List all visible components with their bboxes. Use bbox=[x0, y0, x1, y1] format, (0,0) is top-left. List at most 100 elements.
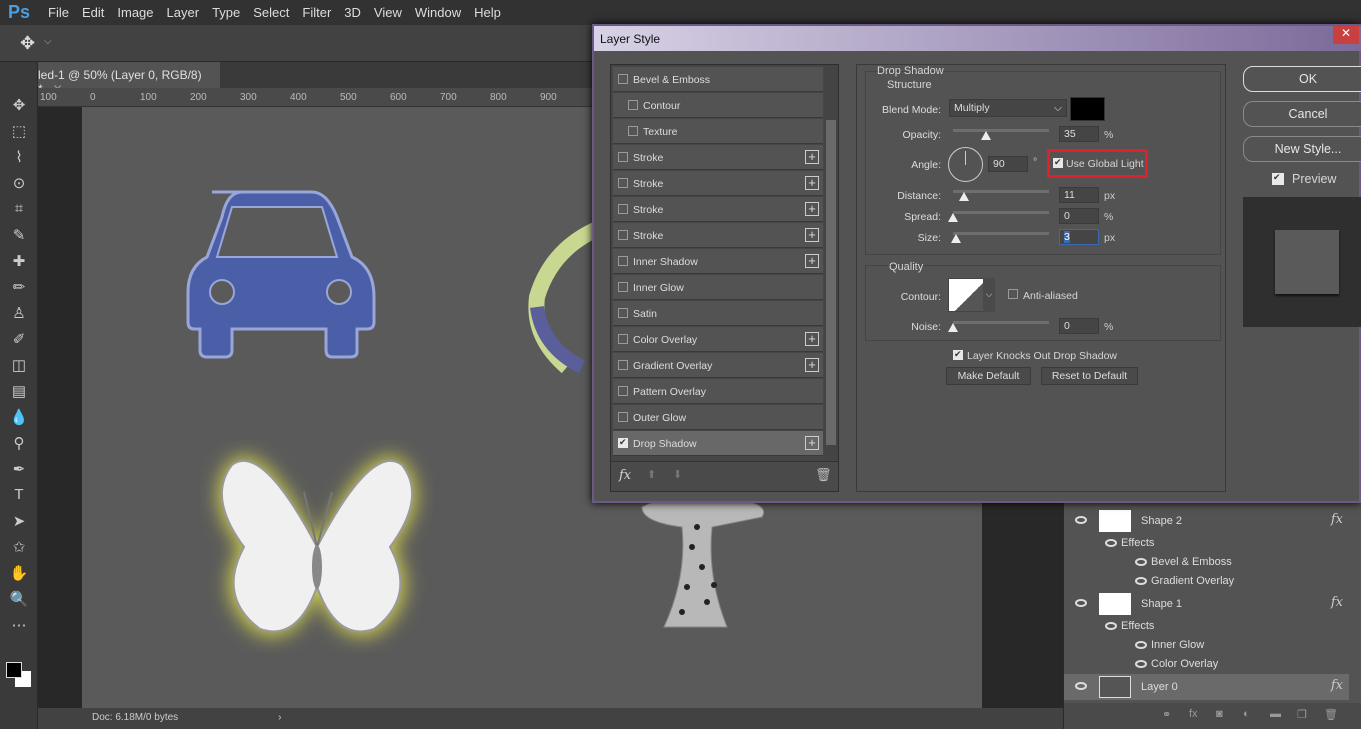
zoom-icon[interactable]: 🔍 bbox=[9, 590, 29, 610]
style-item-outer-glow[interactable]: Outer Glow bbox=[613, 405, 823, 430]
style-item-color-overlay[interactable]: Color Overlay + bbox=[613, 327, 823, 352]
eye-icon[interactable] bbox=[1075, 599, 1087, 607]
style-checkbox[interactable] bbox=[618, 412, 628, 422]
shadow-color-swatch[interactable] bbox=[1070, 97, 1105, 121]
style-item-stroke[interactable]: Stroke + bbox=[613, 223, 823, 248]
trash-icon[interactable]: 🗑 bbox=[1324, 708, 1338, 721]
close-icon[interactable]: ✕ bbox=[1333, 26, 1359, 44]
hand-icon[interactable]: ✋ bbox=[9, 564, 29, 584]
style-checkbox[interactable] bbox=[618, 152, 628, 162]
style-item-satin[interactable]: Satin bbox=[613, 301, 823, 326]
style-checkbox[interactable] bbox=[618, 74, 628, 84]
style-item-pattern-overlay[interactable]: Pattern Overlay bbox=[613, 379, 823, 404]
eye-icon[interactable] bbox=[1135, 641, 1147, 649]
opacity-input[interactable]: 35 bbox=[1059, 126, 1099, 142]
style-checkbox[interactable] bbox=[618, 204, 628, 214]
style-checkbox[interactable] bbox=[618, 334, 628, 344]
new-style-button[interactable]: New Style... bbox=[1243, 136, 1361, 162]
effect-row[interactable]: Bevel & Emboss bbox=[1064, 553, 1349, 572]
chevron-down-icon[interactable]: ⌵ bbox=[983, 278, 995, 312]
preview-checkbox[interactable] bbox=[1272, 172, 1284, 185]
opacity-slider[interactable] bbox=[953, 129, 1049, 132]
styles-scrollbar[interactable] bbox=[824, 65, 838, 460]
use-global-light-checkbox[interactable] bbox=[1053, 157, 1063, 168]
style-item-inner-shadow[interactable]: Inner Shadow + bbox=[613, 249, 823, 274]
angle-dial[interactable] bbox=[948, 147, 983, 182]
distance-slider-handle[interactable] bbox=[959, 192, 969, 201]
folder-icon[interactable]: ▬ bbox=[1270, 708, 1281, 720]
eye-icon[interactable] bbox=[1105, 622, 1117, 630]
dodge-icon[interactable]: ⚲ bbox=[9, 434, 29, 454]
eye-icon[interactable] bbox=[1135, 577, 1147, 585]
spread-slider-handle[interactable] bbox=[948, 213, 958, 222]
reset-to-default-button[interactable]: Reset to Default bbox=[1041, 367, 1138, 385]
layer-row[interactable]: Shape 2 fx bbox=[1064, 508, 1349, 534]
fx-icon[interactable]: fx bbox=[1331, 512, 1343, 527]
menu-layer[interactable]: Layer bbox=[167, 5, 200, 20]
shape-icon[interactable]: ✩ bbox=[9, 538, 29, 558]
adjustment-icon[interactable]: ◐ bbox=[1243, 708, 1250, 720]
style-checkbox[interactable] bbox=[628, 100, 638, 110]
effects-row[interactable]: Effects bbox=[1064, 534, 1349, 553]
add-icon[interactable]: + bbox=[805, 254, 819, 268]
blend-mode-select[interactable]: Multiply ⌵ bbox=[949, 99, 1067, 117]
fx-icon[interactable]: fx bbox=[619, 468, 631, 483]
eye-icon[interactable] bbox=[1075, 682, 1087, 690]
size-input[interactable]: 3 bbox=[1059, 229, 1099, 245]
style-checkbox[interactable] bbox=[618, 282, 628, 292]
more-icon[interactable]: ⋯ bbox=[9, 616, 29, 636]
menu-help[interactable]: Help bbox=[474, 5, 501, 20]
style-checkbox[interactable] bbox=[628, 126, 638, 136]
move-tool-icon[interactable]: ✥ bbox=[20, 33, 35, 54]
effect-row[interactable]: Inner Glow bbox=[1064, 636, 1349, 655]
add-icon[interactable]: + bbox=[805, 202, 819, 216]
crop-icon[interactable]: ⌗ bbox=[9, 200, 29, 220]
trash-icon[interactable]: 🗑 bbox=[815, 467, 832, 483]
eyedropper-icon[interactable]: ✎ bbox=[9, 226, 29, 246]
style-checkbox[interactable] bbox=[618, 178, 628, 188]
style-item-stroke[interactable]: Stroke + bbox=[613, 197, 823, 222]
make-default-button[interactable]: Make Default bbox=[946, 367, 1031, 385]
effect-row[interactable]: Gradient Overlay bbox=[1064, 572, 1349, 591]
layer-row[interactable]: Layer 0 fx bbox=[1064, 674, 1349, 700]
style-item-drop-shadow[interactable]: Drop Shadow + bbox=[613, 431, 823, 456]
cancel-button[interactable]: Cancel bbox=[1243, 101, 1361, 127]
status-arrow-icon[interactable]: › bbox=[278, 712, 281, 723]
eye-icon[interactable] bbox=[1135, 558, 1147, 566]
angle-input[interactable]: 90 bbox=[988, 156, 1028, 172]
marquee-icon[interactable]: ⬚ bbox=[9, 122, 29, 142]
style-item-bevel-emboss[interactable]: Bevel & Emboss bbox=[613, 67, 823, 92]
blur-icon[interactable]: 💧 bbox=[9, 408, 29, 428]
chevron-down-icon[interactable]: ⌵ bbox=[44, 36, 52, 47]
menu-image[interactable]: Image bbox=[117, 5, 153, 20]
style-item-gradient-overlay[interactable]: Gradient Overlay + bbox=[613, 353, 823, 378]
menu-3d[interactable]: 3D bbox=[344, 5, 361, 20]
style-item-stroke[interactable]: Stroke + bbox=[613, 145, 823, 170]
eraser-icon[interactable]: ◫ bbox=[9, 356, 29, 376]
add-icon[interactable]: + bbox=[805, 228, 819, 242]
history-brush-icon[interactable]: ✐ bbox=[9, 330, 29, 350]
move-up-icon[interactable]: ⬆ bbox=[647, 468, 656, 481]
menu-select[interactable]: Select bbox=[253, 5, 289, 20]
quick-select-icon[interactable]: ⊙ bbox=[9, 174, 29, 194]
menu-window[interactable]: Window bbox=[415, 5, 461, 20]
menu-filter[interactable]: Filter bbox=[302, 5, 331, 20]
size-slider[interactable] bbox=[953, 232, 1049, 235]
style-item-contour[interactable]: Contour bbox=[613, 93, 823, 118]
pen-icon[interactable]: ✒ bbox=[9, 460, 29, 480]
link-icon[interactable]: ⚭ bbox=[1162, 708, 1171, 721]
effect-row[interactable]: Color Overlay bbox=[1064, 655, 1349, 674]
noise-input[interactable]: 0 bbox=[1059, 318, 1099, 334]
eye-icon[interactable] bbox=[1075, 516, 1087, 524]
noise-slider-handle[interactable] bbox=[948, 323, 958, 332]
style-item-texture[interactable]: Texture bbox=[613, 119, 823, 144]
style-checkbox[interactable] bbox=[618, 437, 628, 448]
move-down-icon[interactable]: ⬇ bbox=[673, 468, 682, 481]
style-checkbox[interactable] bbox=[618, 256, 628, 266]
size-slider-handle[interactable] bbox=[951, 234, 961, 243]
noise-slider[interactable] bbox=[953, 321, 1049, 324]
lasso-icon[interactable]: ⌇ bbox=[9, 148, 29, 168]
add-icon[interactable]: + bbox=[805, 332, 819, 346]
eye-icon[interactable] bbox=[1105, 539, 1117, 547]
fx-icon[interactable]: fx bbox=[1331, 678, 1343, 693]
